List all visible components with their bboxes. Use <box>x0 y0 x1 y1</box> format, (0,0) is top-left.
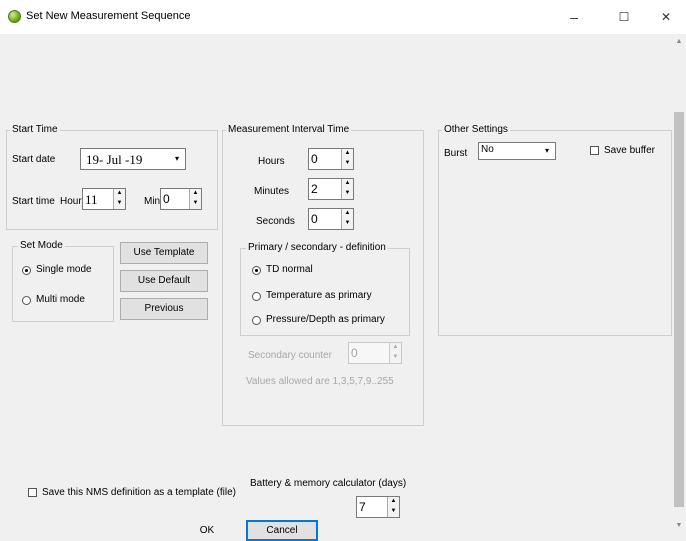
min-spinner[interactable]: 0 ▲ ▼ <box>160 188 202 210</box>
other-settings-group <box>438 130 672 336</box>
minutes-spinner[interactable]: 2 ▲ ▼ <box>308 178 354 200</box>
hours-value: 0 <box>311 152 318 166</box>
td-normal-radio[interactable] <box>252 266 261 275</box>
spin-up-icon[interactable]: ▲ <box>190 189 201 199</box>
close-button[interactable]: ✕ <box>648 2 684 32</box>
seconds-value: 0 <box>311 212 318 226</box>
burst-label: Burst <box>444 148 468 159</box>
save-template-checkbox[interactable] <box>28 488 37 497</box>
spin-up-icon: ▲ <box>392 344 399 350</box>
hours-label: Hours <box>258 156 285 167</box>
battery-days-spinner[interactable]: 7 ▲ ▼ <box>356 496 400 518</box>
secondary-allowed-text: Values allowed are 1,3,5,7,9..255 <box>246 376 394 387</box>
spin-down-icon[interactable]: ▼ <box>114 199 125 209</box>
spin-up-icon[interactable]: ▲ <box>342 209 353 219</box>
hours-spinner[interactable]: 0 ▲ ▼ <box>308 148 354 170</box>
single-mode-label: Single mode <box>36 264 92 275</box>
spin-up-icon[interactable]: ▲ <box>388 497 399 507</box>
primary-secondary-group-label: Primary / secondary - definition <box>246 242 388 253</box>
secondary-counter-label: Secondary counter <box>248 350 332 361</box>
set-mode-group-label: Set Mode <box>18 240 65 251</box>
minutes-value: 2 <box>311 182 318 196</box>
start-time-group-label: Start Time <box>10 124 60 135</box>
save-template-label: Save this NMS definition as a template (… <box>42 487 236 498</box>
single-mode-radio[interactable] <box>22 266 31 275</box>
save-buffer-label: Save buffer <box>604 145 655 156</box>
start-time-label: Start time <box>12 196 55 207</box>
temperature-primary-label: Temperature as primary <box>266 290 372 301</box>
save-buffer-checkbox[interactable] <box>590 146 599 155</box>
scroll-up-icon[interactable]: ▲ <box>672 36 686 48</box>
spin-up-icon[interactable]: ▲ <box>342 149 353 159</box>
burst-dropdown[interactable]: No ▾ <box>478 142 556 160</box>
set-mode-group <box>12 246 114 322</box>
start-date-label: Start date <box>12 154 56 165</box>
spin-down-icon[interactable]: ▼ <box>190 199 201 209</box>
pressure-primary-label: Pressure/Depth as primary <box>266 314 385 325</box>
seconds-spinner[interactable]: 0 ▲ ▼ <box>308 208 354 230</box>
spin-down-icon[interactable]: ▼ <box>388 507 399 517</box>
spin-down-icon[interactable]: ▼ <box>342 219 353 229</box>
temperature-primary-radio[interactable] <box>252 292 261 301</box>
use-default-button[interactable]: Use Default <box>120 270 208 292</box>
app-icon <box>8 10 21 23</box>
minimize-button[interactable]: – <box>556 2 592 32</box>
burst-value: No <box>481 144 494 155</box>
ok-button[interactable]: OK <box>172 520 242 541</box>
spin-down-icon[interactable]: ▼ <box>342 159 353 169</box>
start-date-picker[interactable]: 19- Jul -19 ▾ <box>80 148 186 170</box>
secondary-counter-value: 0 <box>351 346 358 360</box>
measurement-interval-group-label: Measurement Interval Time <box>226 124 352 135</box>
multi-mode-label: Multi mode <box>36 294 85 305</box>
battery-calculator-label: Battery & memory calculator (days) <box>250 478 407 489</box>
hour-value: 11 <box>85 192 98 207</box>
other-settings-group-label: Other Settings <box>442 124 510 135</box>
previous-button[interactable]: Previous <box>120 298 208 320</box>
window-title: Set New Measurement Sequence <box>26 10 191 22</box>
td-normal-label: TD normal <box>266 264 313 275</box>
scroll-thumb[interactable] <box>674 112 684 507</box>
cancel-button[interactable]: Cancel <box>246 520 318 541</box>
spin-up-icon[interactable]: ▲ <box>342 179 353 189</box>
multi-mode-radio[interactable] <box>22 296 31 305</box>
hour-label: Hour <box>60 196 82 207</box>
dropdown-arrow-icon[interactable]: ▾ <box>171 153 183 165</box>
pressure-primary-radio[interactable] <box>252 316 261 325</box>
spin-down-icon[interactable]: ▼ <box>342 189 353 199</box>
scroll-down-icon[interactable]: ▼ <box>672 520 686 532</box>
start-time-group <box>6 130 218 230</box>
hour-spinner[interactable]: 11 ▲ ▼ <box>82 188 126 210</box>
spin-up-icon[interactable]: ▲ <box>114 189 125 199</box>
secondary-counter-spinner[interactable]: 0 ▲ ▼ <box>348 342 402 364</box>
battery-days-value: 7 <box>359 500 366 514</box>
start-date-value: 19- Jul -19 <box>86 152 143 167</box>
use-template-button[interactable]: Use Template <box>120 242 208 264</box>
maximize-button[interactable]: ☐ <box>606 2 642 32</box>
minutes-label: Minutes <box>254 186 290 197</box>
spin-down-icon: ▼ <box>392 354 399 360</box>
dropdown-arrow-icon[interactable]: ▾ <box>541 145 553 157</box>
min-value: 0 <box>163 192 170 206</box>
min-label: Min <box>144 196 161 207</box>
seconds-label: Seconds <box>256 216 295 227</box>
